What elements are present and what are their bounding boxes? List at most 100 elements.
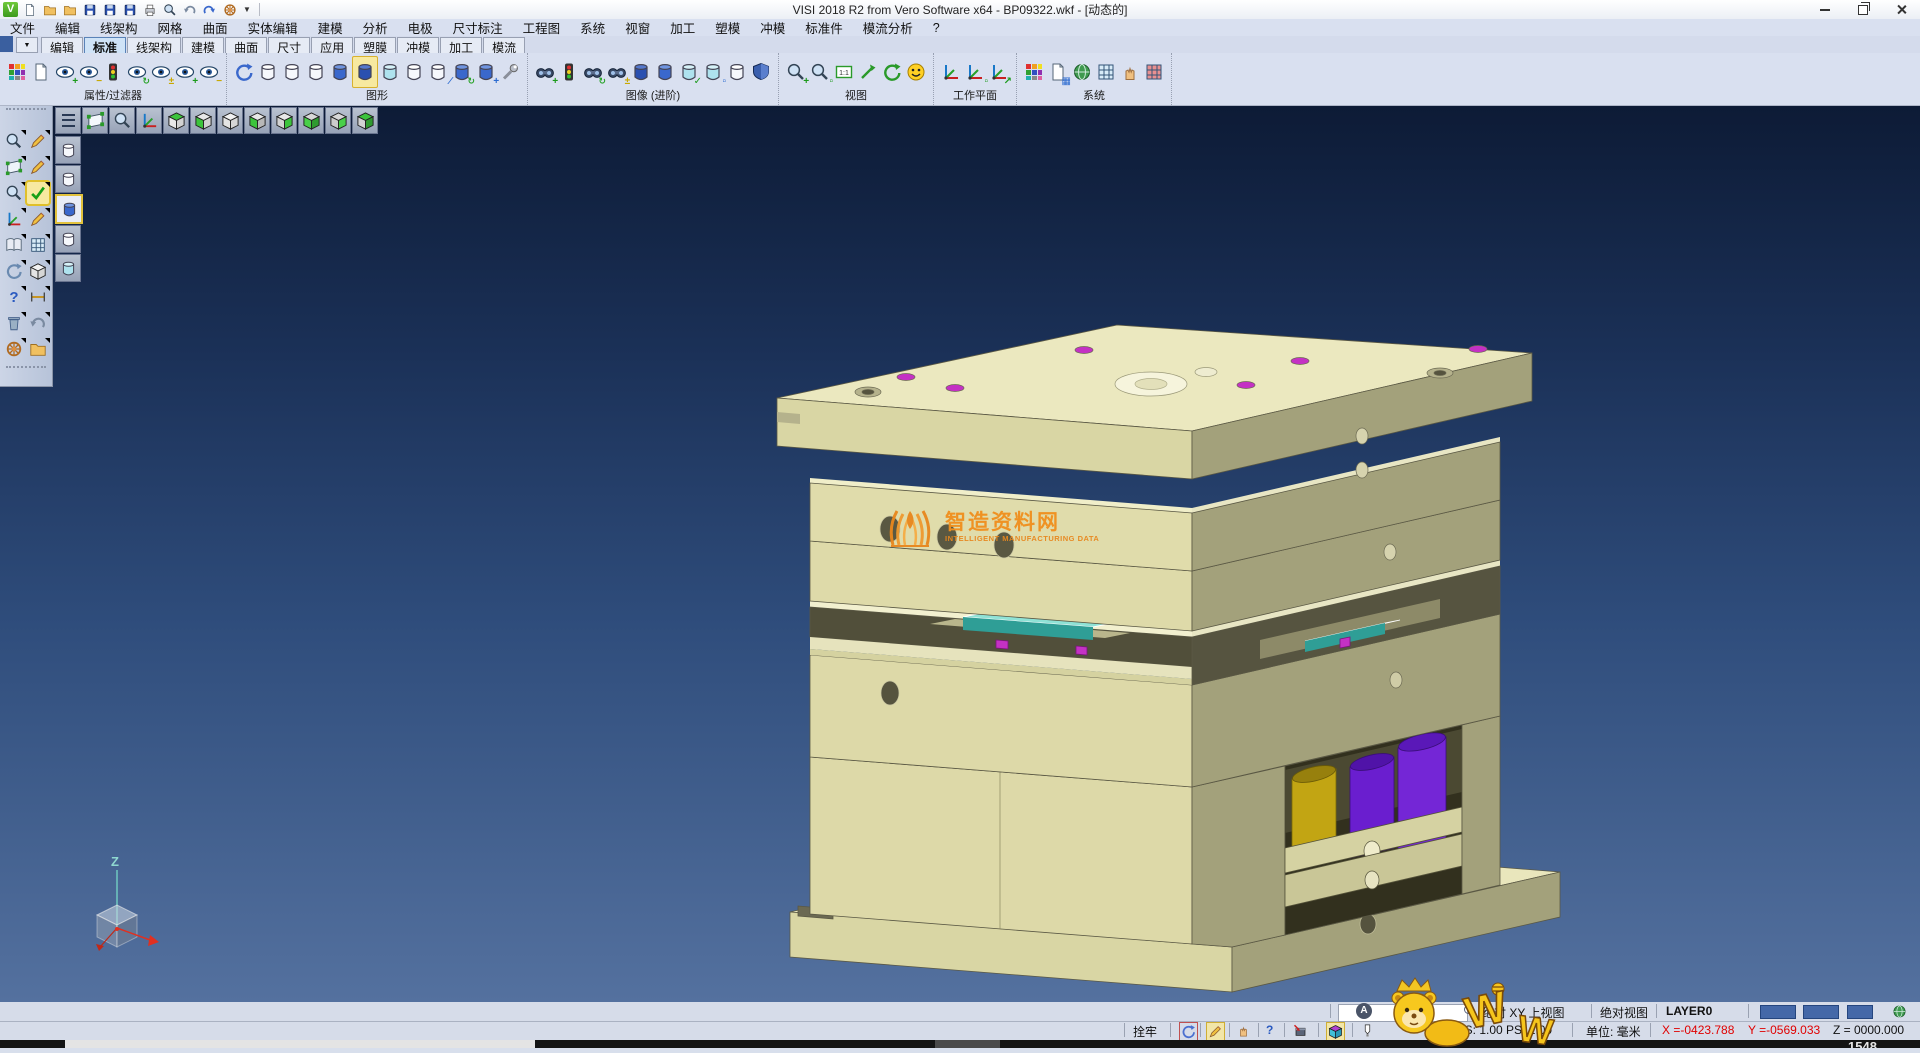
view-menu-icon[interactable] <box>55 107 81 134</box>
copy-attributes-icon[interactable] <box>29 57 53 87</box>
refresh-regen-icon[interactable] <box>3 260 25 282</box>
help-icon[interactable]: ? <box>1266 1023 1273 1037</box>
status-search-icon[interactable] <box>1464 1005 1476 1017</box>
system-settings-icon[interactable] <box>1070 57 1094 87</box>
view-toggle-icon[interactable]: ± <box>605 57 629 87</box>
close-button[interactable] <box>1882 0 1920 19</box>
wcs-triad-icon[interactable] <box>136 107 162 134</box>
clipboard-folder-icon[interactable] <box>27 338 49 360</box>
print-icon[interactable] <box>141 2 158 17</box>
menu-mesh[interactable]: 网格 <box>148 18 193 37</box>
lock-button[interactable]: 拴牢 <box>1133 1023 1157 1040</box>
option-table-icon[interactable] <box>1094 57 1118 87</box>
layer-color-swatch[interactable] <box>1803 1005 1839 1019</box>
zoom-1to1-icon[interactable]: 1:1 <box>832 57 856 87</box>
menu-surface[interactable]: 曲面 <box>193 18 238 37</box>
world-icon[interactable] <box>1891 1003 1908 1020</box>
tools-wheel-icon[interactable] <box>3 338 25 360</box>
new-file-icon[interactable] <box>21 2 38 17</box>
cube-front-icon[interactable] <box>298 107 324 134</box>
layer-colors-icon[interactable] <box>1022 57 1046 87</box>
copy-solid-icon[interactable]: + <box>474 57 498 87</box>
cube-back-icon[interactable] <box>325 107 351 134</box>
menu-flow-analysis[interactable]: 模流分析 <box>853 18 923 37</box>
menu-progress[interactable]: 冲模 <box>750 18 795 37</box>
3d-viewport[interactable]: Z ? <box>0 106 1920 1003</box>
zoom-arrow-icon[interactable] <box>856 57 880 87</box>
tab-modeling[interactable]: 建模 <box>182 37 224 53</box>
insert-model-icon[interactable] <box>61 2 78 17</box>
measure-icon[interactable] <box>27 286 49 308</box>
menu-electrode[interactable]: 电极 <box>398 18 443 37</box>
cube-wire-icon[interactable] <box>217 107 243 134</box>
zoom-fly-icon[interactable] <box>109 107 135 134</box>
cube-iso-2-icon[interactable] <box>352 107 378 134</box>
cube-display-icon[interactable] <box>1326 1022 1345 1041</box>
regen-green-icon[interactable]: ↻ <box>450 57 474 87</box>
hide-entities-icon[interactable]: − <box>77 57 101 87</box>
shaded-mode-icon[interactable] <box>55 194 83 224</box>
ghost-mode-icon[interactable] <box>55 225 81 253</box>
hatched-solid-icon[interactable]: ∕ <box>426 57 450 87</box>
filter-preview-icon[interactable] <box>3 130 25 152</box>
cube-left-icon[interactable] <box>244 107 270 134</box>
3d-viewport-canvas[interactable]: Z <box>0 106 1920 1002</box>
zoom-dynamic-icon[interactable] <box>3 182 25 204</box>
show-all-icon[interactable]: + <box>173 57 197 87</box>
shade-solid-icon[interactable] <box>629 57 653 87</box>
menu-drawing[interactable]: 工程图 <box>513 18 571 37</box>
zoom-window-icon[interactable]: ▫ <box>808 57 832 87</box>
save-icon[interactable] <box>81 2 98 17</box>
plane-select-icon[interactable] <box>3 156 25 178</box>
ghost-solid-icon[interactable] <box>402 57 426 87</box>
selection-filter-icon[interactable] <box>101 57 125 87</box>
wireframe-cylinder-icon[interactable] <box>280 57 304 87</box>
print-preview-icon[interactable] <box>161 2 178 17</box>
tab-flow[interactable]: 模流 <box>483 37 525 53</box>
confirm-check-icon[interactable] <box>27 182 49 204</box>
menu-window[interactable]: 视窗 <box>615 18 660 37</box>
palette-drag-handle[interactable] <box>6 108 46 116</box>
solid-sheet-icon[interactable]: ▫ <box>701 57 725 87</box>
tab-standard[interactable]: 标准 <box>84 37 126 53</box>
menu-standard-parts[interactable]: 标准件 <box>795 18 853 37</box>
hidden-line-mode-icon[interactable] <box>55 165 81 193</box>
undo-icon[interactable] <box>27 312 49 334</box>
tab-wireframe[interactable]: 线架构 <box>127 37 181 53</box>
lamp-render-icon[interactable] <box>1359 1022 1376 1039</box>
save-as-icon[interactable] <box>101 2 118 17</box>
toolbar-more-dropdown[interactable]: ▼ <box>241 5 253 14</box>
menu-wireframe[interactable]: 线架构 <box>90 18 148 37</box>
solid-shield-icon[interactable] <box>749 57 773 87</box>
magic-wand-icon[interactable] <box>1206 1022 1225 1041</box>
tab-progress[interactable]: 冲模 <box>397 37 439 53</box>
attribute-books-icon[interactable] <box>3 234 25 256</box>
grid-snap-icon[interactable] <box>1424 1022 1441 1039</box>
plane-select-icon[interactable] <box>82 107 108 134</box>
view-mode-button[interactable]: 绝对视图 <box>1600 1004 1648 1021</box>
package-import-icon[interactable] <box>1292 1022 1309 1039</box>
erase-pencil-icon[interactable] <box>27 130 49 152</box>
tab-surface[interactable]: 曲面 <box>225 37 267 53</box>
layer-color-swatch[interactable] <box>1760 1005 1796 1019</box>
minimize-button[interactable] <box>1806 0 1844 19</box>
trash-icon[interactable] <box>3 312 25 334</box>
view-refresh-icon[interactable]: ↻ <box>581 57 605 87</box>
curve-pencil-icon[interactable] <box>27 156 49 178</box>
cube-iso-icon[interactable] <box>163 107 189 134</box>
layer-button[interactable]: LAYER0 <box>1666 1004 1712 1018</box>
tab-mould[interactable]: 塑膜 <box>354 37 396 53</box>
mold-assembly-model[interactable] <box>777 325 1560 992</box>
grab-hand-icon[interactable] <box>1235 1022 1252 1039</box>
color-table-icon[interactable]: ▦ <box>1046 57 1070 87</box>
grid-window-icon[interactable] <box>27 234 49 256</box>
menu-mould[interactable]: 塑模 <box>705 18 750 37</box>
hide-all-icon[interactable]: − <box>197 57 221 87</box>
cube-right-icon[interactable] <box>271 107 297 134</box>
open-file-icon[interactable] <box>41 2 58 17</box>
tab-dropdown-button[interactable]: ▼ <box>16 37 38 53</box>
workplane-entity-icon[interactable]: ▫ <box>963 57 987 87</box>
assistant-badge[interactable]: A <box>1356 1003 1372 1019</box>
wireframe-cylinder-icon[interactable] <box>256 57 280 87</box>
menu-solid-edit[interactable]: 实体编辑 <box>238 18 308 37</box>
